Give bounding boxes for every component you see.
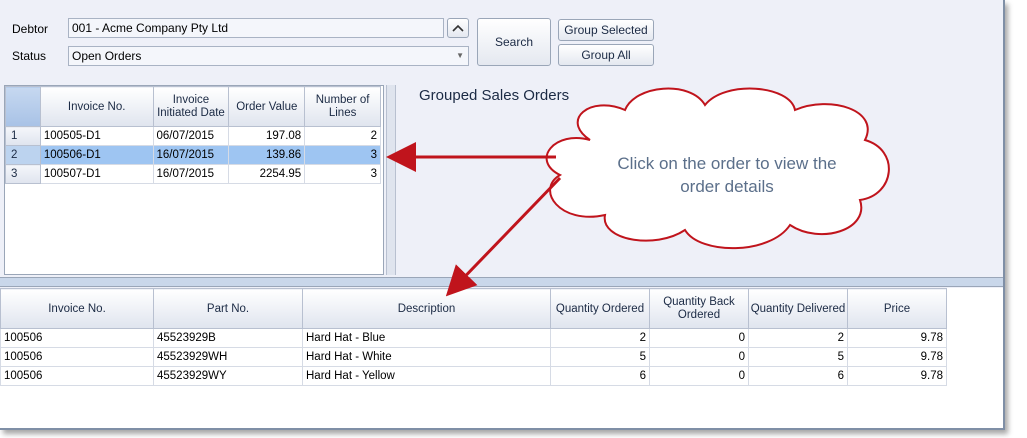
cell-description[interactable]: Hard Hat - White [302,347,551,367]
cell-ordered[interactable]: 5 [550,347,650,367]
cell-ordered[interactable]: 6 [550,366,650,386]
cell-part[interactable]: 45523929WY [153,366,303,386]
debtor-field[interactable]: 001 - Acme Company Pty Ltd [68,18,444,38]
cell-value[interactable]: 139.86 [228,145,306,165]
cell-back-ordered[interactable]: 0 [649,347,749,367]
cell-value[interactable]: 197.08 [228,126,306,146]
header-price[interactable]: Price [847,288,947,329]
orders-grid: Invoice No. Invoice Initiated Date Order… [4,85,384,275]
grid-corner[interactable] [5,86,41,127]
dropdown-arrow-icon: ▼ [456,51,464,60]
cell-part[interactable]: 45523929WH [153,347,303,367]
table-row[interactable]: 100506 45523929WY Hard Hat - Yellow 6 0 … [0,366,947,386]
table-row[interactable]: 3 100507-D1 16/07/2015 2254.95 3 [5,164,381,184]
header-invoice-date[interactable]: Invoice Initiated Date [152,86,230,127]
row-number[interactable]: 3 [5,164,41,184]
cell-invoice[interactable]: 100506 [0,347,154,367]
cell-part[interactable]: 45523929B [153,328,303,348]
header-quantity-delivered[interactable]: Quantity Delivered [748,288,848,329]
cell-invoice[interactable]: 100506-D1 [39,145,154,165]
header-quantity-ordered[interactable]: Quantity Ordered [550,288,650,329]
cell-price[interactable]: 9.78 [847,366,947,386]
header-part-no[interactable]: Part No. [153,288,303,329]
cell-lines[interactable]: 3 [304,164,381,184]
cell-back-ordered[interactable]: 0 [649,366,749,386]
cell-delivered[interactable]: 2 [748,328,848,348]
header-description[interactable]: Description [302,288,551,329]
cell-back-ordered[interactable]: 0 [649,328,749,348]
horizontal-splitter[interactable] [0,277,1003,287]
cell-ordered[interactable]: 2 [550,328,650,348]
group-selected-button[interactable]: Group Selected [558,19,654,41]
debtor-label: Debtor [12,22,49,36]
header-order-value[interactable]: Order Value [228,86,306,127]
cell-price[interactable]: 9.78 [847,328,947,348]
cell-delivered[interactable]: 5 [748,347,848,367]
cell-value[interactable]: 2254.95 [228,164,306,184]
chevron-up-icon [452,24,464,32]
row-number[interactable]: 1 [5,126,41,146]
search-button[interactable]: Search [477,18,551,66]
cell-date[interactable]: 16/07/2015 [152,164,230,184]
app-window: Debtor 001 - Acme Company Pty Ltd Status… [0,0,1005,430]
header-quantity-back-ordered[interactable]: Quantity Back Ordered [649,288,749,329]
table-row[interactable]: 1 100505-D1 06/07/2015 197.08 2 [5,126,381,146]
cell-date[interactable]: 06/07/2015 [152,126,230,146]
status-label: Status [12,49,47,63]
cell-invoice[interactable]: 100506 [0,366,154,386]
header-number-of-lines[interactable]: Number of Lines [304,86,381,127]
debtor-collapse-button[interactable] [447,18,469,38]
grouped-sales-orders-title: Grouped Sales Orders [419,87,570,104]
cell-invoice[interactable]: 100505-D1 [39,126,154,146]
table-row[interactable]: 100506 45523929B Hard Hat - Blue 2 0 2 9… [0,328,947,348]
cell-date[interactable]: 16/07/2015 [152,145,230,165]
header-invoice-no[interactable]: Invoice No. [0,288,154,329]
cell-delivered[interactable]: 6 [748,366,848,386]
table-row[interactable]: 100506 45523929WH Hard Hat - White 5 0 5… [0,347,947,367]
table-row-selected[interactable]: 2 100506-D1 16/07/2015 139.86 3 [5,145,381,165]
header-invoice-no[interactable]: Invoice No. [39,86,154,127]
cell-lines[interactable]: 3 [304,145,381,165]
cell-description[interactable]: Hard Hat - Blue [302,328,551,348]
cell-lines[interactable]: 2 [304,126,381,146]
cell-invoice[interactable]: 100506 [0,328,154,348]
cell-price[interactable]: 9.78 [847,347,947,367]
debtor-value: 001 - Acme Company Pty Ltd [72,21,229,35]
status-value: Open Orders [72,49,142,63]
details-grid: Invoice No. Part No. Description Quantit… [0,288,1003,428]
vertical-splitter[interactable] [386,85,396,275]
cell-description[interactable]: Hard Hat - Yellow [302,366,551,386]
status-select[interactable]: Open Orders ▼ [68,46,469,66]
row-number[interactable]: 2 [5,145,41,165]
cell-invoice[interactable]: 100507-D1 [39,164,154,184]
group-all-button[interactable]: Group All [558,44,654,66]
